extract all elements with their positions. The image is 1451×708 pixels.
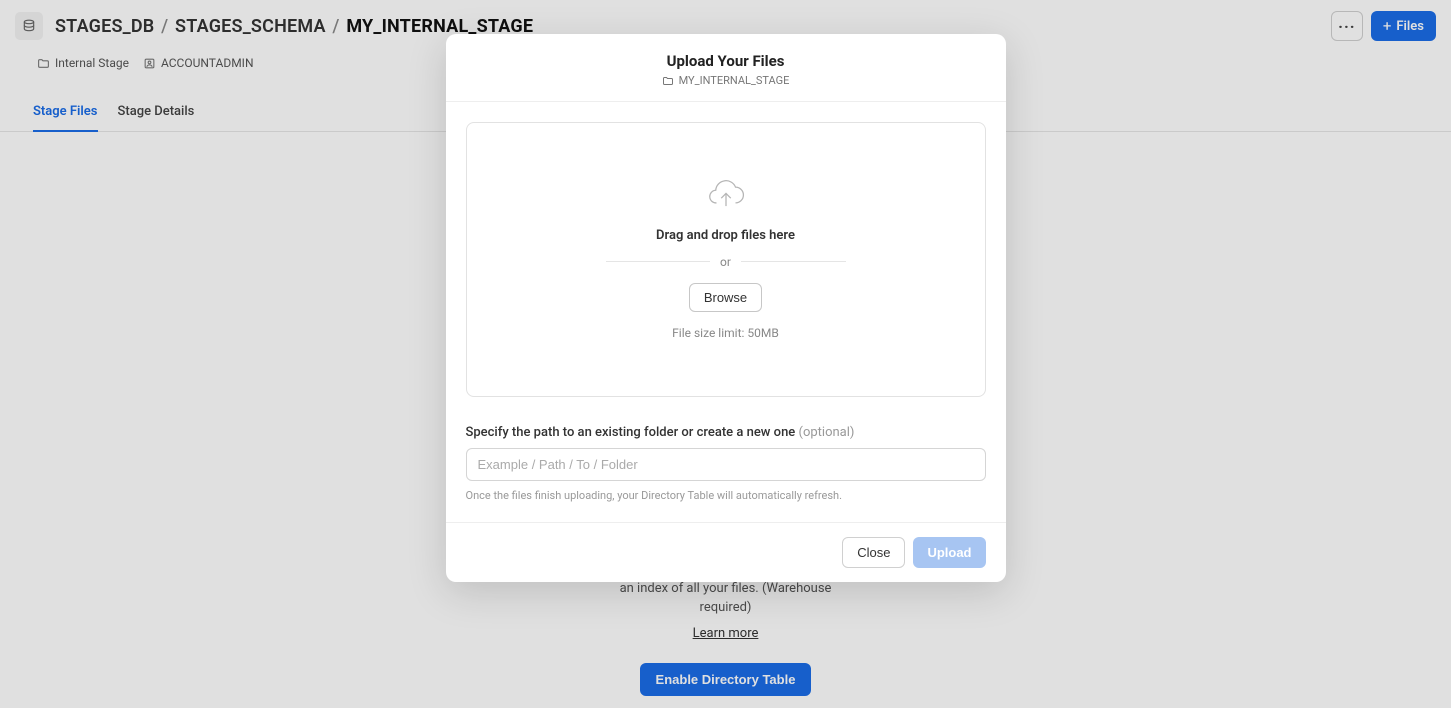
file-size-limit: File size limit: 50MB	[672, 326, 779, 340]
path-input[interactable]	[466, 448, 986, 481]
cloud-upload-icon	[707, 180, 745, 214]
dropzone-text: Drag and drop files here	[656, 228, 795, 243]
modal-stage-path: MY_INTERNAL_STAGE	[466, 74, 986, 87]
upload-button[interactable]: Upload	[913, 537, 985, 568]
path-label: Specify the path to an existing folder o…	[466, 425, 986, 440]
browse-button[interactable]: Browse	[689, 283, 762, 312]
upload-files-modal: Upload Your Files MY_INTERNAL_STAGE Drag…	[446, 34, 1006, 582]
path-helper-text: Once the files finish uploading, your Di…	[466, 489, 986, 502]
modal-title: Upload Your Files	[466, 52, 986, 70]
folder-icon	[662, 75, 674, 87]
close-button[interactable]: Close	[842, 537, 905, 568]
file-dropzone[interactable]: Drag and drop files here or Browse File …	[466, 122, 986, 397]
modal-overlay: Upload Your Files MY_INTERNAL_STAGE Drag…	[0, 0, 1451, 708]
